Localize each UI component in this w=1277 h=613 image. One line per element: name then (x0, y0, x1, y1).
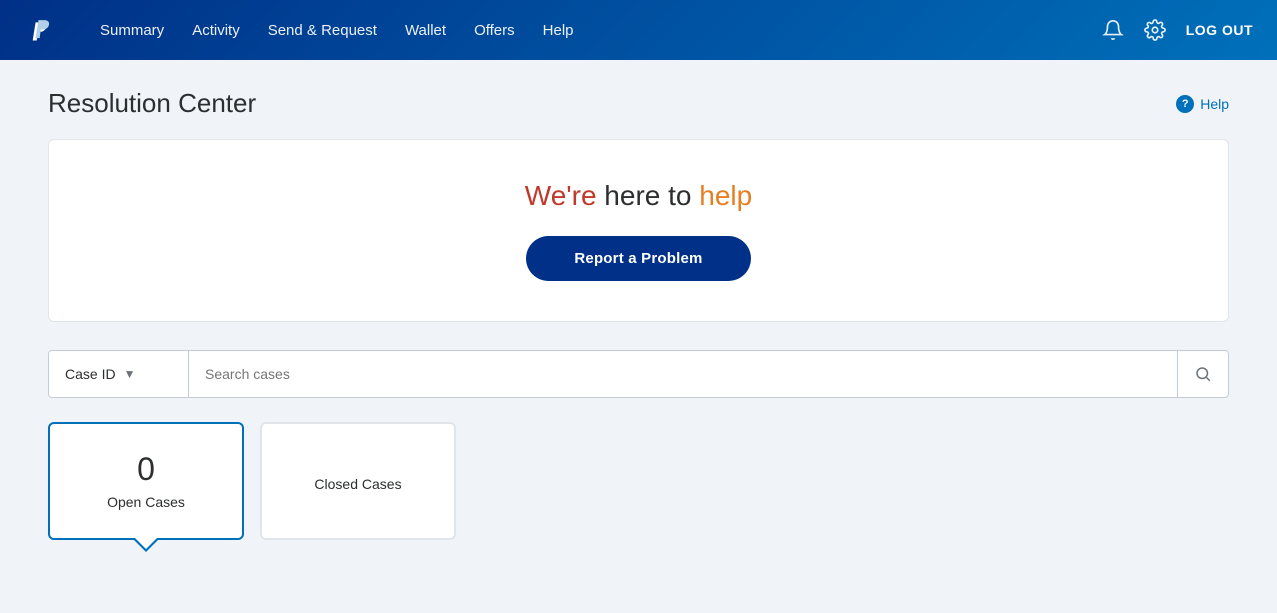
closed-cases-label: Closed Cases (314, 476, 401, 492)
report-problem-button[interactable]: Report a Problem (526, 236, 750, 281)
help-circle-icon: ? (1176, 95, 1194, 113)
navbar: Summary Activity Send & Request Wallet O… (0, 0, 1277, 60)
hero-title: We're here to help (525, 180, 752, 212)
open-cases-count: 0 (137, 452, 155, 487)
settings-button[interactable] (1144, 19, 1166, 41)
open-cases-tab[interactable]: 0 Open Cases (48, 422, 244, 540)
dropdown-arrow-icon: ▼ (124, 367, 136, 381)
notifications-button[interactable] (1102, 19, 1124, 41)
closed-cases-tab[interactable]: Closed Cases (260, 422, 456, 540)
navbar-right: LOG OUT (1102, 19, 1253, 41)
nav-activity[interactable]: Activity (192, 22, 240, 39)
search-input[interactable] (189, 351, 1177, 397)
page-title: Resolution Center (48, 88, 256, 119)
nav-wallet[interactable]: Wallet (405, 22, 446, 39)
paypal-logo[interactable] (24, 12, 60, 48)
cases-tabs: 0 Open Cases Closed Cases (48, 422, 1229, 540)
case-id-dropdown[interactable]: Case ID ▼ (49, 351, 189, 397)
dropdown-label: Case ID (65, 366, 116, 382)
help-link[interactable]: ? Help (1176, 95, 1229, 113)
logout-button[interactable]: LOG OUT (1186, 22, 1253, 38)
page-content: Resolution Center ? Help We're here to h… (0, 60, 1277, 540)
nav-help[interactable]: Help (543, 22, 574, 39)
page-header: Resolution Center ? Help (48, 88, 1229, 119)
hero-card: We're here to help Report a Problem (48, 139, 1229, 322)
hero-title-here: here to (597, 180, 700, 211)
nav-summary[interactable]: Summary (100, 22, 164, 39)
hero-title-help: help (699, 180, 752, 211)
help-link-label: Help (1200, 96, 1229, 112)
open-cases-label: Open Cases (107, 494, 185, 510)
nav-send-request[interactable]: Send & Request (268, 22, 377, 39)
nav-links: Summary Activity Send & Request Wallet O… (100, 22, 1070, 39)
hero-title-were: We're (525, 180, 597, 211)
nav-offers[interactable]: Offers (474, 22, 515, 39)
search-button[interactable] (1177, 351, 1228, 397)
search-bar: Case ID ▼ (48, 350, 1229, 398)
